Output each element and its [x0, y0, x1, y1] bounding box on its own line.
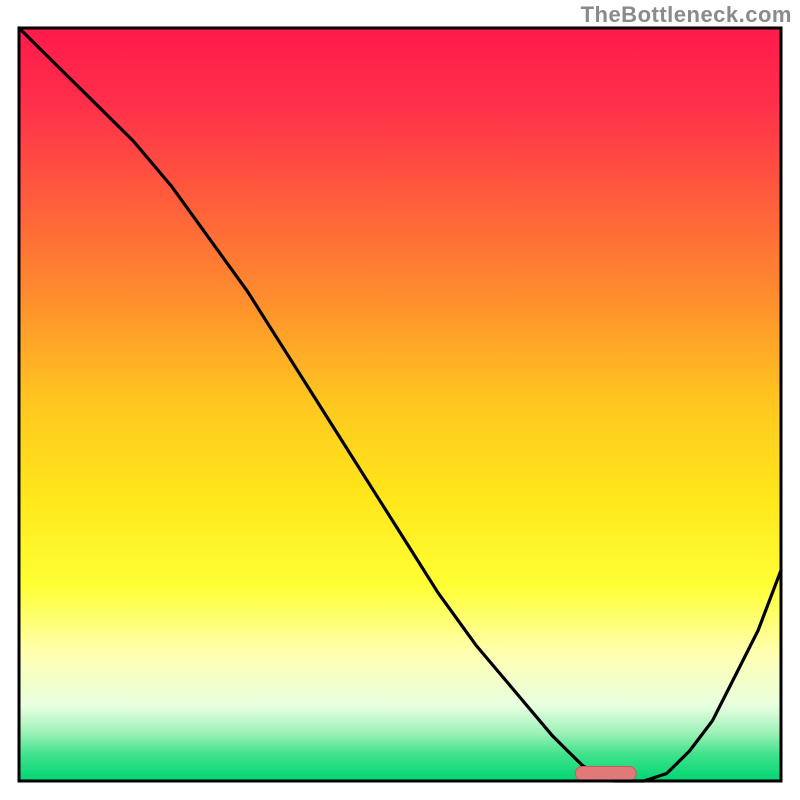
attribution-watermark: TheBottleneck.com	[581, 2, 792, 28]
bottleneck-chart	[0, 0, 800, 800]
optimal-range-marker	[575, 766, 636, 780]
chart-stage: TheBottleneck.com	[0, 0, 800, 800]
